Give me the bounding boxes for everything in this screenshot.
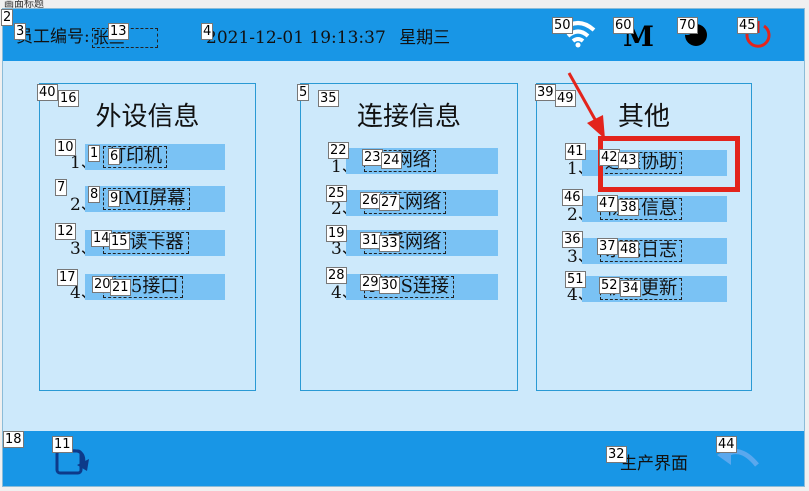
overlay-tag: 52	[599, 277, 620, 294]
hmi-screen-button[interactable]: HMI屏幕	[85, 186, 225, 212]
overlay-tag: 21	[110, 279, 131, 296]
overlay-tag: 33	[379, 235, 400, 252]
annotation-arrow	[563, 71, 613, 145]
printer-button[interactable]: 打印机	[85, 144, 225, 170]
overlay-tag: 5	[297, 84, 310, 101]
overlay-tag: 7	[55, 179, 68, 196]
overlay-tag: 4	[201, 23, 214, 40]
overlay-tag: 60	[613, 17, 634, 34]
overlay-tag: 23	[362, 149, 383, 166]
overlay-tag: 34	[620, 280, 641, 297]
operator-label: 员工编号:	[16, 27, 90, 47]
overlay-tag: 6	[108, 148, 121, 165]
overlay-tag: 8	[88, 186, 101, 203]
overlay-tag: 10	[55, 139, 76, 156]
overlay-tag: 30	[379, 277, 400, 294]
overlay-tag: 31	[360, 232, 381, 249]
overlay-tag: 70	[677, 17, 698, 34]
overlay-tag: 32	[606, 446, 627, 463]
overlay-tag: 11	[52, 436, 73, 453]
overlay-tag: 12	[55, 223, 76, 240]
overlay-tag: 43	[618, 152, 639, 169]
overlay-tag: 1	[88, 145, 101, 162]
overlay-tag: 17	[57, 269, 78, 286]
weekday-text: 星期三	[399, 28, 451, 48]
overlay-tag: 22	[328, 142, 349, 159]
overlay-tag: 45	[737, 17, 758, 34]
overlay-tag: 25	[326, 185, 347, 202]
overlay-tag: 36	[562, 231, 583, 248]
overlay-tag: 51	[565, 271, 586, 288]
overlay-tag: 35	[318, 90, 339, 107]
overlay-tag: 40	[37, 84, 58, 101]
operator-info: 员工编号:张三	[16, 22, 158, 48]
datetime-display: 2021-12-01 19:13:37 星期三	[206, 23, 450, 48]
overlay-tag: 18	[3, 431, 24, 448]
overlay-tag: 16	[58, 90, 79, 107]
overlay-tag: 2	[1, 9, 14, 26]
overlay-tag: 50	[552, 17, 573, 34]
overlay-tag: 49	[555, 90, 576, 107]
window-titlebar: 画面标题	[0, 0, 809, 10]
overlay-tag: 28	[326, 267, 347, 284]
overlay-tag: 26	[360, 192, 381, 209]
overlay-tag: 27	[379, 194, 400, 211]
overlay-tag: 3	[14, 23, 27, 40]
overlay-tag: 44	[716, 436, 737, 453]
overlay-tag: 9	[108, 190, 121, 207]
overlay-tag: 37	[597, 238, 618, 255]
overlay-tag: 38	[618, 199, 639, 216]
overlay-tag: 47	[597, 195, 618, 212]
overlay-tag: 39	[535, 84, 556, 101]
overlay-tag: 46	[562, 189, 583, 206]
overlay-tag: 19	[326, 225, 347, 242]
overlay-tag: 48	[618, 241, 639, 258]
overlay-tag: 29	[360, 274, 381, 291]
list-item-hmi: 2、 HMI屏幕	[40, 186, 240, 215]
overlay-tag: 42	[599, 149, 620, 166]
datetime-text: 2021-12-01 19:13:37	[206, 28, 386, 48]
overlay-tag: 13	[108, 23, 129, 40]
overlay-tag: 41	[565, 143, 586, 160]
overlay-tag: 24	[381, 152, 402, 169]
production-screen-link[interactable]: 生产界面	[620, 449, 688, 474]
overlay-tag: 15	[109, 233, 130, 250]
